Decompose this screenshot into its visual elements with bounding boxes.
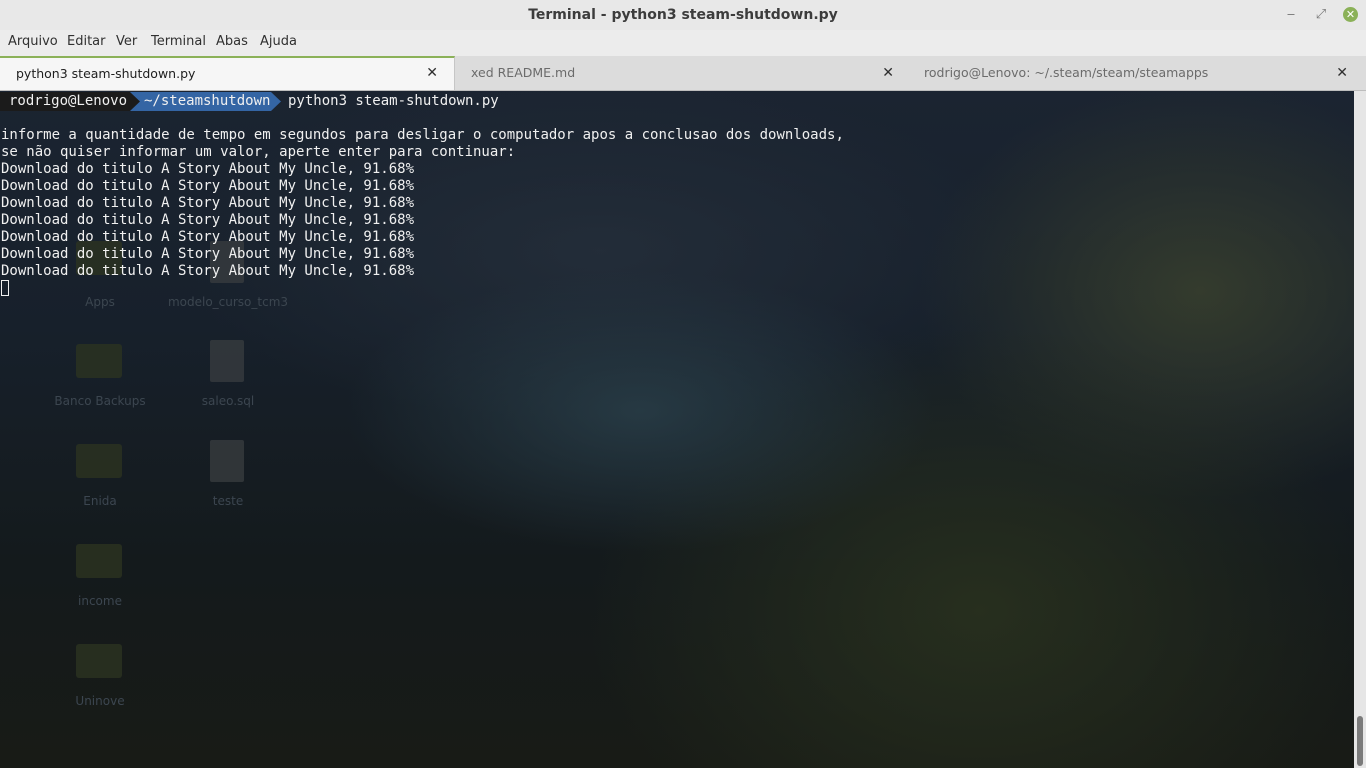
tab-label: rodrigo@Lenovo: ~/.steam/steam/steamapps	[924, 65, 1209, 80]
tab-xed-readme[interactable]: xed README.md ✕	[455, 56, 910, 90]
menu-ver[interactable]: Ver	[116, 34, 137, 49]
tab-close-icon[interactable]: ✕	[426, 58, 438, 89]
scrollbar-thumb[interactable]	[1357, 716, 1363, 766]
desktop-icon-label: income	[78, 594, 122, 608]
desktop-icon-label: teste	[212, 494, 244, 508]
tab-label: python3 steam-shutdown.py	[16, 66, 196, 81]
folder-icon	[76, 444, 122, 478]
output-line: Download do titulo A Story About My Uncl…	[1, 246, 415, 262]
desktop-icon-label: Apps	[85, 295, 115, 309]
database-icon	[210, 340, 244, 382]
output-line: Download do titulo A Story About My Uncl…	[1, 263, 415, 279]
output-line: Download do titulo A Story About My Uncl…	[1, 161, 415, 177]
output-line: Download do titulo A Story About My Uncl…	[1, 178, 415, 194]
prompt-separator-icon	[271, 92, 281, 111]
window-titlebar: Terminal - python3 steam-shutdown.py ‒ ⤢…	[0, 0, 1366, 30]
desktop-icon-label: Banco Backups	[54, 394, 146, 408]
close-window-icon[interactable]: ✕	[1343, 7, 1358, 22]
output-line: se não quiser informar um valor, aperte …	[1, 144, 516, 160]
folder-icon	[76, 544, 122, 578]
menu-terminal[interactable]: Terminal	[151, 34, 206, 49]
menu-ajuda[interactable]: Ajuda	[260, 34, 297, 49]
menu-editar[interactable]: Editar	[67, 34, 106, 49]
tab-python3-steam-shutdown[interactable]: python3 steam-shutdown.py ✕	[0, 56, 455, 90]
output-line: Download do titulo A Story About My Uncl…	[1, 212, 415, 228]
file-icon	[210, 440, 244, 482]
maximize-icon[interactable]: ⤢	[1314, 0, 1328, 30]
terminal-scrollbar[interactable]	[1354, 91, 1366, 768]
desktop-icon-label: saleo.sql	[201, 394, 255, 408]
prompt-user-host: rodrigo@Lenovo	[0, 92, 130, 111]
menu-abas[interactable]: Abas	[216, 34, 248, 49]
tab-bar: python3 steam-shutdown.py ✕ xed README.m…	[0, 56, 1366, 91]
folder-icon	[76, 644, 122, 678]
tab-close-icon[interactable]: ✕	[882, 56, 894, 90]
folder-icon	[76, 344, 122, 378]
minimize-icon[interactable]: ‒	[1284, 0, 1298, 30]
output-line: informe a quantidade de tempo em segundo…	[1, 127, 844, 143]
desktop-icon-label: modelo_curso_tcm3	[167, 295, 289, 309]
tab-steamapps[interactable]: rodrigo@Lenovo: ~/.steam/steam/steamapps…	[908, 56, 1364, 90]
window-title: Terminal - python3 steam-shutdown.py	[528, 7, 838, 23]
desktop-icon-label: Uninove	[75, 694, 125, 708]
tab-label: xed README.md	[471, 65, 576, 80]
terminal-area[interactable]: Apps modelo_curso_tcm3 Banco Backups sal…	[0, 91, 1354, 768]
tab-close-icon[interactable]: ✕	[1336, 56, 1348, 90]
desktop-icon-label: Enida	[83, 494, 117, 508]
output-line: Download do titulo A Story About My Uncl…	[1, 195, 415, 211]
menu-arquivo[interactable]: Arquivo	[8, 34, 58, 49]
menu-bar: Arquivo Editar Ver Terminal Abas Ajuda	[0, 30, 1366, 56]
prompt-path: ~/steamshutdown	[130, 92, 271, 111]
output-line: Download do titulo A Story About My Uncl…	[1, 229, 415, 245]
terminal-cursor	[1, 280, 9, 296]
prompt-command: python3 steam-shutdown.py	[288, 93, 499, 109]
